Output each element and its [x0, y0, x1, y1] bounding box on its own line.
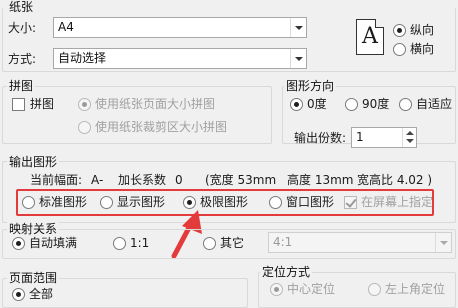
direction-group-title: 图形方向: [284, 77, 337, 94]
direction-90-radio[interactable]: [345, 98, 358, 111]
chevron-down-icon: [290, 18, 306, 37]
chevron-up-icon[interactable]: [406, 131, 414, 135]
position-center-label[interactable]: 中心定位: [287, 282, 335, 296]
paper-group-title: 纸张: [7, 0, 36, 15]
current-format-value: A-: [91, 173, 104, 187]
stepper-buttons[interactable]: [402, 128, 416, 147]
width-text: (宽度 53mm: [205, 173, 277, 187]
height-text: 高度 13mm: [287, 173, 354, 187]
tile-page-size-label[interactable]: 使用纸张页面大小拼图: [95, 97, 215, 111]
paper-size-select[interactable]: A4: [53, 17, 307, 38]
output-standard-radio[interactable]: [22, 196, 35, 209]
tile-group: [2, 86, 272, 144]
output-display-radio[interactable]: [100, 196, 113, 209]
page-range-group-title: 页面范围: [7, 269, 60, 286]
chevron-down-icon[interactable]: [406, 139, 414, 143]
tile-checkbox-label[interactable]: 拼图: [30, 97, 54, 111]
output-limit-label[interactable]: 极限图形: [200, 195, 248, 209]
factor-value: 0: [175, 173, 183, 187]
factor-label: 加长系数: [118, 173, 167, 187]
mapping-1to1-label[interactable]: 1:1: [130, 236, 149, 250]
direction-0-radio[interactable]: [290, 98, 303, 111]
paper-size-label: 大小:: [8, 21, 37, 35]
direction-90-label[interactable]: 90度: [362, 97, 389, 111]
mapping-autofill-radio[interactable]: [12, 237, 25, 250]
mapping-ratio-select[interactable]: 4:1: [268, 232, 452, 253]
tile-checkbox[interactable]: [12, 98, 25, 111]
output-standard-label[interactable]: 标准图形: [39, 195, 87, 209]
paper-method-value: 自动选择: [58, 51, 107, 65]
mapping-other-radio[interactable]: [203, 237, 216, 250]
current-format-label: 当前幅面:: [30, 173, 83, 187]
landscape-label[interactable]: 横向: [410, 42, 434, 56]
page-orientation-icon: A: [356, 19, 384, 55]
paper-method-label: 方式:: [8, 52, 37, 66]
landscape-radio[interactable]: [393, 43, 406, 56]
tile-page-size-radio[interactable]: [78, 98, 91, 111]
output-display-label[interactable]: 显示图形: [117, 195, 165, 209]
portrait-radio[interactable]: [393, 24, 406, 37]
position-topleft-radio[interactable]: [368, 283, 381, 296]
copies-value: 1: [356, 130, 364, 144]
chevron-down-icon: [290, 49, 306, 68]
copies-stepper[interactable]: 1: [351, 127, 417, 148]
position-topleft-label[interactable]: 左上角定位: [385, 282, 445, 296]
page-range-all-radio[interactable]: [12, 288, 25, 301]
direction-0-label[interactable]: 0度: [307, 97, 327, 111]
tile-group-title: 拼图: [7, 77, 36, 94]
output-window-label[interactable]: 窗口图形: [286, 195, 334, 209]
screen-specify-checkbox[interactable]: [344, 196, 357, 209]
direction-auto-radio[interactable]: [399, 98, 412, 111]
paper-size-value: A4: [58, 20, 74, 34]
paper-method-select[interactable]: 自动选择: [53, 48, 307, 69]
portrait-label[interactable]: 纵向: [410, 23, 434, 37]
mapping-other-label[interactable]: 其它: [220, 236, 244, 250]
tile-crop-size-label[interactable]: 使用纸张裁剪区大小拼图: [95, 120, 227, 134]
mapping-ratio-value: 4:1: [273, 235, 293, 249]
position-group-title: 定位方式: [260, 263, 313, 280]
mapping-autofill-label[interactable]: 自动填满: [29, 236, 77, 250]
output-window-radio[interactable]: [269, 196, 282, 209]
mapping-group-title: 映射关系: [7, 220, 60, 237]
direction-auto-label[interactable]: 自适应: [416, 97, 452, 111]
mapping-1to1-radio[interactable]: [113, 237, 126, 250]
screen-specify-label[interactable]: 在屏幕上指定: [361, 195, 433, 209]
copies-label: 输出份数:: [294, 131, 347, 145]
tile-crop-size-radio[interactable]: [78, 121, 91, 134]
chevron-down-icon: [435, 233, 451, 252]
output-group-title: 输出图形: [7, 153, 60, 170]
ratio-text: 宽高比 4.02 ): [357, 173, 433, 187]
position-center-radio[interactable]: [270, 283, 283, 296]
